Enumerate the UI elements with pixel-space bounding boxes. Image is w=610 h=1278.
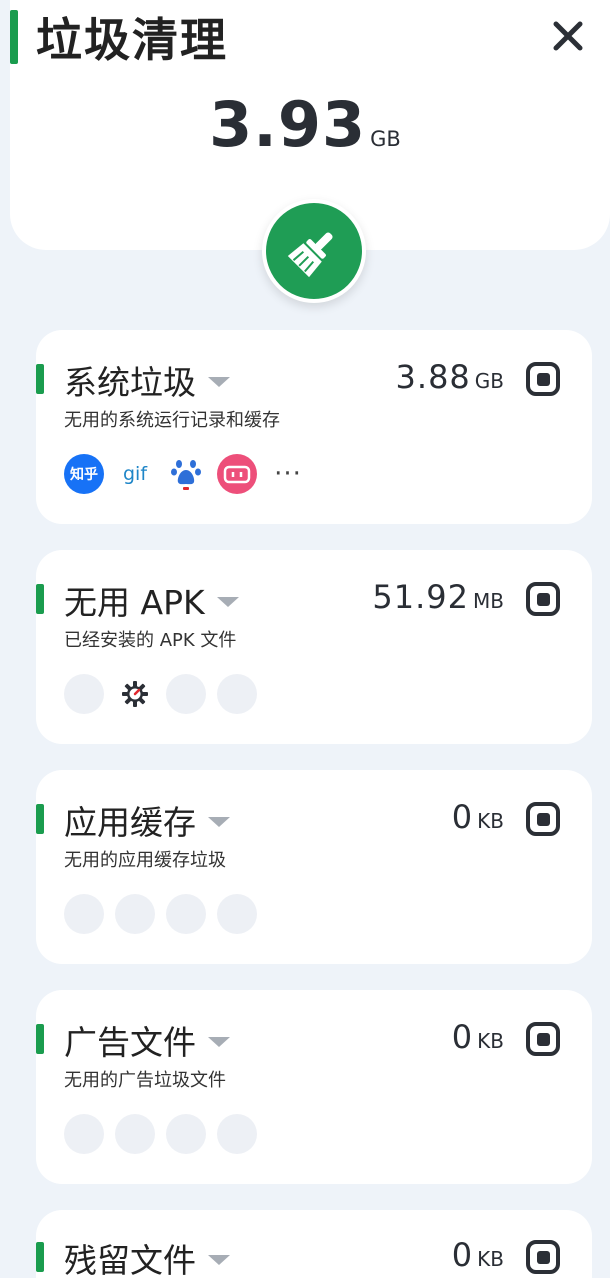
chevron-down-icon[interactable]: [216, 597, 239, 607]
placeholder-icon: [166, 674, 206, 714]
total-size-unit: GB: [370, 127, 401, 151]
category-card-unused-apk[interactable]: 无用 APK 已经安装的 APK 文件 51.92 MB: [36, 550, 592, 744]
category-size: 0 KB: [452, 798, 504, 836]
title-accent-bar: [10, 10, 18, 64]
category-card-residual-files[interactable]: 残留文件 0 KB: [36, 1210, 592, 1278]
app-icons-row: [64, 674, 268, 714]
category-description: 无用的广告垃圾文件: [64, 1070, 226, 1091]
category-card-system-junk[interactable]: 系统垃圾 无用的系统运行记录和缓存 3.88 GB 知乎 gif ···: [36, 330, 592, 524]
broom-icon: [287, 232, 333, 278]
clean-button[interactable]: [262, 199, 366, 303]
category-title-text: 无用 APK: [64, 583, 205, 622]
chevron-down-icon[interactable]: [208, 1037, 230, 1047]
card-accent-bar: [36, 1242, 44, 1272]
placeholder-icon: [166, 1114, 206, 1154]
total-size-value: 3.93: [209, 88, 367, 161]
category-size: 0 KB: [452, 1236, 504, 1274]
placeholder-icon: [115, 1114, 155, 1154]
category-card-app-cache[interactable]: 应用缓存 无用的应用缓存垃圾 0 KB: [36, 770, 592, 964]
checkbox-icon: [536, 1250, 550, 1264]
placeholder-icon: [64, 894, 104, 934]
placeholder-icon: [217, 1114, 257, 1154]
placeholder-icon: [217, 674, 257, 714]
checkbox-icon: [536, 1032, 550, 1046]
category-size-unit: KB: [477, 809, 504, 833]
close-icon: [553, 21, 583, 51]
category-size-unit: KB: [477, 1247, 504, 1271]
category-title-text: 应用缓存: [64, 803, 196, 842]
card-accent-bar: [36, 364, 44, 394]
chevron-down-icon[interactable]: [208, 1255, 230, 1265]
category-card-ad-files[interactable]: 广告文件 无用的广告垃圾文件 0 KB: [36, 990, 592, 1184]
page-title: 垃圾清理: [36, 13, 228, 67]
category-title-text: 残留文件: [64, 1241, 196, 1278]
checkbox-icon: [536, 372, 550, 386]
gif-icon: gif: [122, 463, 148, 485]
category-checkbox[interactable]: [526, 1022, 560, 1056]
category-size-unit: MB: [473, 589, 504, 613]
zhihu-icon: 知乎: [64, 454, 104, 494]
category-description: 无用的系统运行记录和缓存: [64, 410, 280, 431]
total-size: 3.93 GB: [0, 88, 610, 161]
category-size: 51.92 MB: [372, 578, 504, 616]
category-size-unit: GB: [474, 369, 504, 393]
category-size-unit: KB: [477, 1029, 504, 1053]
category-size-value: 51.92: [372, 578, 470, 616]
category-title[interactable]: 广告文件: [64, 1016, 230, 1064]
category-size-value: 0: [451, 798, 474, 836]
chevron-down-icon[interactable]: [208, 377, 230, 387]
category-size-value: 0: [451, 1236, 474, 1274]
category-title[interactable]: 应用缓存: [64, 796, 230, 844]
app-icons-row: 知乎 gif ···: [64, 454, 308, 494]
category-title-text: 广告文件: [64, 1023, 196, 1062]
category-description: 已经安装的 APK 文件: [64, 630, 237, 651]
category-size: 3.88 GB: [396, 358, 504, 396]
category-size: 0 KB: [452, 1018, 504, 1056]
placeholder-icon: [64, 1114, 104, 1154]
app-icons-row: [64, 894, 268, 934]
category-checkbox[interactable]: [526, 582, 560, 616]
category-title[interactable]: 无用 APK: [64, 576, 239, 624]
placeholder-icon: [217, 894, 257, 934]
category-checkbox[interactable]: [526, 802, 560, 836]
category-title-text: 系统垃圾: [64, 363, 196, 402]
category-title[interactable]: 系统垃圾: [64, 356, 230, 404]
category-checkbox[interactable]: [526, 1240, 560, 1274]
category-size-value: 3.88: [395, 358, 471, 396]
close-button[interactable]: [548, 16, 588, 56]
more-icon[interactable]: ···: [268, 454, 308, 494]
placeholder-icon: [64, 674, 104, 714]
placeholder-icon: [166, 894, 206, 934]
gear-icon: [115, 674, 155, 714]
category-size-value: 0: [451, 1018, 474, 1056]
placeholder-icon: [115, 894, 155, 934]
card-accent-bar: [36, 804, 44, 834]
bilibili-icon: [217, 454, 257, 494]
chevron-down-icon[interactable]: [208, 817, 230, 827]
baidu-icon: [166, 454, 206, 494]
category-title[interactable]: 残留文件: [64, 1234, 230, 1278]
category-checkbox[interactable]: [526, 362, 560, 396]
checkbox-icon: [536, 592, 550, 606]
app-icons-row: [64, 1114, 268, 1154]
category-description: 无用的应用缓存垃圾: [64, 850, 226, 871]
checkbox-icon: [536, 812, 550, 826]
card-accent-bar: [36, 584, 44, 614]
card-accent-bar: [36, 1024, 44, 1054]
